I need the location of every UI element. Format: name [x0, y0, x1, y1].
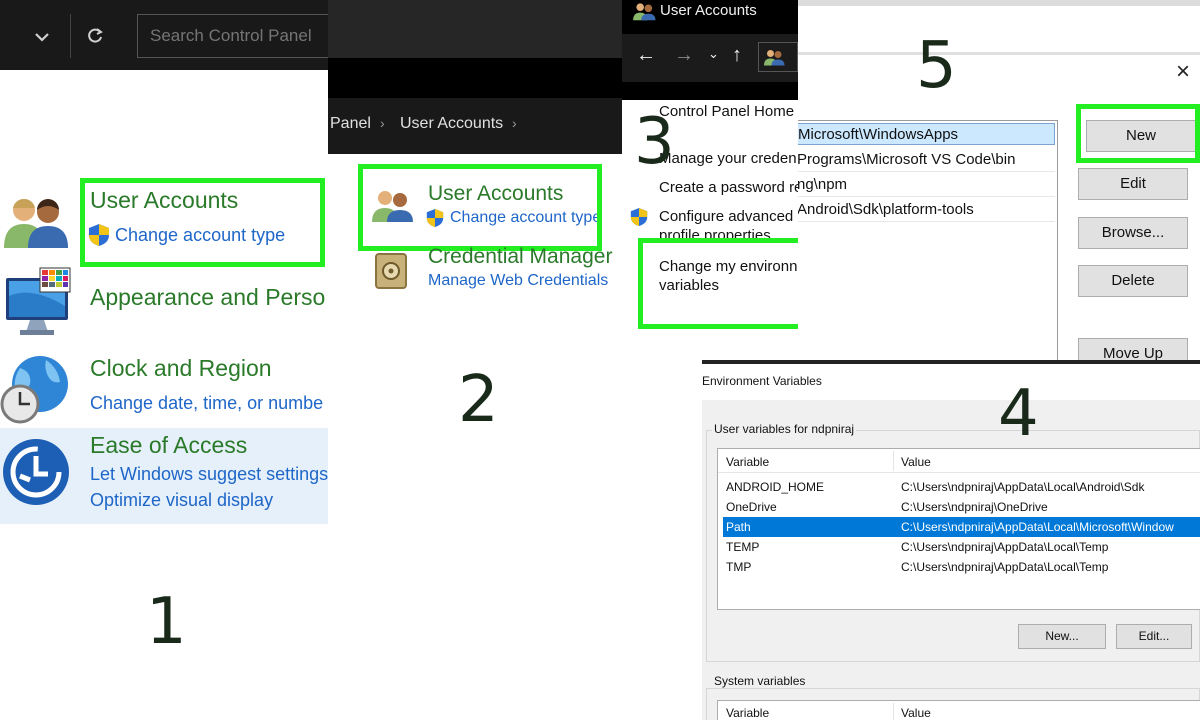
- step-number-5: 5: [916, 29, 957, 103]
- breadcrumb-separator-icon: ›: [512, 115, 517, 131]
- cell-variable: OneDrive: [726, 500, 777, 514]
- refresh-button[interactable]: [70, 14, 120, 58]
- highlight-box-user-accounts: [80, 178, 325, 267]
- monitor-icon: [2, 266, 74, 340]
- back-arrow-icon[interactable]: ←: [636, 44, 656, 67]
- user-variables-table[interactable]: Variable Value ANDROID_HOME C:\Users\ndp…: [717, 448, 1200, 610]
- nav-bar: ← → ⌄ ↑: [622, 34, 800, 82]
- list-item[interactable]: Microsoft\WindowsApps: [798, 123, 1055, 145]
- shield-icon: [630, 207, 648, 227]
- table-row-selected[interactable]: Path C:\Users\ndpniraj\AppData\Local\Mic…: [723, 517, 1200, 537]
- list-item[interactable]: Programs\Microsoft VS Code\bin: [798, 148, 1055, 172]
- breadcrumb-separator-icon: ›: [380, 115, 385, 131]
- breadcrumb-item-user-accounts[interactable]: User Accounts: [400, 115, 503, 133]
- cell-value: C:\Users\ndpniraj\AppData\Local\Temp: [901, 540, 1109, 554]
- step-number-4: 4: [998, 377, 1039, 451]
- forward-arrow-icon[interactable]: →: [674, 44, 694, 67]
- cell-variable: Path: [726, 520, 751, 534]
- category-title-clock-region[interactable]: Clock and Region: [90, 355, 272, 382]
- new-variable-button[interactable]: New...: [1018, 624, 1106, 649]
- cell-value: C:\Users\ndpniraj\OneDrive: [901, 500, 1048, 514]
- credential-safe-icon: [374, 250, 408, 290]
- system-variables-table[interactable]: Variable Value: [717, 700, 1200, 720]
- link-configure-advanced[interactable]: Configure advanced: [659, 208, 793, 225]
- close-button[interactable]: ×: [1176, 58, 1190, 86]
- edit-button[interactable]: Edit: [1078, 168, 1188, 200]
- category-title-appearance[interactable]: Appearance and Perso: [90, 284, 325, 311]
- link-manage-credentials[interactable]: Manage your creden: [659, 150, 797, 167]
- panel-4-environment-variables: Environment Variables User variables for…: [702, 360, 1200, 720]
- chevron-down-icon[interactable]: ⌄: [708, 46, 719, 62]
- title-bar: [328, 0, 622, 58]
- dialog-shadow: [798, 52, 1200, 55]
- table-row[interactable]: TEMP C:\Users\ndpniraj\AppData\Local\Tem…: [723, 537, 1200, 557]
- breadcrumb: Panel › User Accounts ›: [328, 98, 622, 154]
- cell-value: C:\Users\ndpniraj\AppData\Local\Android\…: [901, 480, 1145, 494]
- item-title-credential-manager[interactable]: Credential Manager: [428, 245, 612, 269]
- panel-2-user-accounts: Panel › User Accounts › User Accounts Ch…: [328, 0, 622, 720]
- dialog-top-bar: [798, 0, 1200, 6]
- column-header-variable[interactable]: Variable: [726, 455, 769, 469]
- clock-globe-icon: [0, 354, 70, 424]
- panel-1-control-panel: User Accounts Change account type Appear…: [0, 0, 328, 720]
- window-title: User Accounts: [660, 2, 757, 19]
- toolbar-bar: [328, 58, 622, 98]
- ease-of-access-icon: [0, 436, 72, 508]
- highlight-box-user-accounts: [358, 164, 602, 251]
- chevron-down-icon[interactable]: [30, 26, 54, 48]
- refresh-icon: [85, 26, 105, 46]
- list-item-label: Programs\Microsoft VS Code\bin: [798, 151, 1016, 168]
- highlight-box-new-button: [1076, 104, 1200, 163]
- table-row[interactable]: ANDROID_HOME C:\Users\ndpniraj\AppData\L…: [723, 477, 1200, 497]
- list-item-label: ng\npm: [798, 176, 848, 193]
- window-title: Environment Variables: [702, 374, 822, 388]
- cell-variable: TMP: [726, 560, 752, 574]
- users-icon: [632, 0, 656, 22]
- browse-button[interactable]: Browse...: [1078, 217, 1188, 249]
- users-icon: [2, 190, 70, 250]
- path-list[interactable]: Microsoft\WindowsApps Programs\Microsoft…: [798, 120, 1058, 362]
- cell-value: C:\Users\ndpniraj\AppData\Local\Microsof…: [901, 520, 1174, 534]
- title-bar: User Accounts: [622, 0, 800, 34]
- panel-5-edit-path-dialog: × Microsoft\WindowsApps Programs\Microso…: [798, 0, 1200, 362]
- step-number-3: 3: [634, 105, 675, 179]
- system-variables-label: System variables: [712, 674, 808, 688]
- list-item[interactable]: ng\npm: [798, 173, 1055, 197]
- cell-value: C:\Users\ndpniraj\AppData\Local\Temp: [901, 560, 1109, 574]
- column-header-value[interactable]: Value: [901, 706, 931, 720]
- search-input[interactable]: [137, 14, 328, 58]
- location-icon: [758, 42, 798, 72]
- up-arrow-icon[interactable]: ↑: [732, 44, 742, 67]
- cell-variable: TEMP: [726, 540, 760, 554]
- column-divider: [893, 451, 894, 471]
- table-row[interactable]: OneDrive C:\Users\ndpniraj\OneDrive: [723, 497, 1200, 517]
- link-windows-suggest-settings[interactable]: Let Windows suggest settings: [90, 464, 328, 485]
- table-header: Variable Value: [718, 449, 1200, 473]
- step-number-2: 2: [458, 363, 499, 437]
- breadcrumb-item-panel[interactable]: Panel: [330, 115, 371, 133]
- edit-variable-button[interactable]: Edit...: [1116, 624, 1192, 649]
- column-divider: [893, 703, 894, 720]
- column-header-variable[interactable]: Variable: [726, 706, 769, 720]
- link-change-date-time[interactable]: Change date, time, or numbe: [90, 393, 323, 414]
- link-create-password-reset[interactable]: Create a password re: [659, 179, 800, 196]
- highlight-box-environment-variables: [638, 238, 800, 329]
- step-number-1: 1: [146, 585, 187, 659]
- list-item[interactable]: Android\Sdk\platform-tools: [798, 198, 1055, 222]
- table-row[interactable]: TMP C:\Users\ndpniraj\AppData\Local\Temp: [723, 557, 1200, 577]
- user-variables-label: User variables for ndpniraj: [712, 422, 857, 436]
- delete-button[interactable]: Delete: [1078, 265, 1188, 297]
- top-dark-strip: [622, 82, 800, 100]
- move-up-button[interactable]: Move Up: [1078, 338, 1188, 362]
- cell-variable: ANDROID_HOME: [726, 480, 825, 494]
- column-header-value[interactable]: Value: [901, 455, 931, 469]
- link-manage-web-credentials[interactable]: Manage Web Credentials: [428, 272, 608, 290]
- link-optimize-visual-display[interactable]: Optimize visual display: [90, 490, 273, 511]
- list-item-label: Microsoft\WindowsApps: [798, 126, 959, 143]
- category-title-ease-of-access[interactable]: Ease of Access: [90, 432, 247, 459]
- link-control-panel-home[interactable]: Control Panel Home: [659, 103, 794, 120]
- list-item-label: Android\Sdk\platform-tools: [798, 201, 974, 218]
